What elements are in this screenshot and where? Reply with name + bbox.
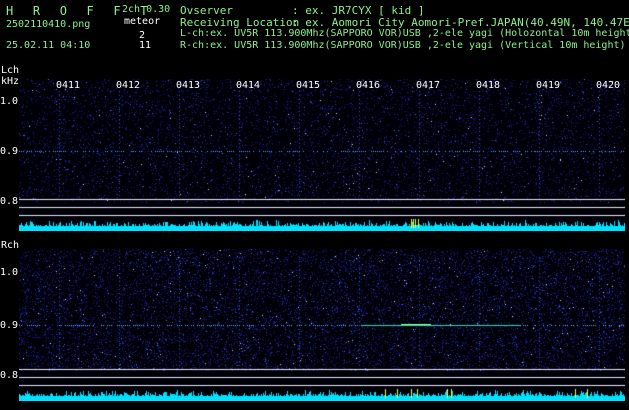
location-value: : ex. Aomori City Aomori-Pref.JAPAN(40.4…: [292, 16, 629, 29]
rch-ytick-2: 0.9: [0, 320, 19, 331]
time-tick-0411: 0411: [56, 80, 81, 91]
lch-description: L-ch:ex. UV5R 113.900Mhz(SAPPORO VOR)USB…: [180, 28, 629, 39]
time-tick-0419: 0419: [536, 80, 561, 91]
lch-ytick-2: 0.9: [0, 146, 19, 157]
lch-ytick-3: 0.8: [0, 196, 19, 207]
file-name: 2502110410.png: [6, 19, 91, 30]
mode-label: meteor: [124, 16, 161, 27]
lch-ytick-1: 1.0: [0, 96, 19, 107]
rch-description: R-ch:ex. UV5R 113.900Mhz(SAPPORO VOR)USB…: [180, 40, 626, 51]
app-version: 2ch 0.30: [122, 4, 171, 15]
lch-spectrogram: [19, 79, 625, 231]
timestamp: 25.02.11 04:10: [6, 40, 91, 51]
rch-label: Rch: [1, 240, 20, 251]
location-label: Receiving Location: [180, 16, 300, 29]
time-tick-0412: 0412: [116, 80, 141, 91]
time-tick-0417: 0417: [416, 80, 441, 91]
rch-ytick-1: 1.0: [0, 267, 19, 278]
lch-unit: kHz: [1, 76, 20, 87]
rch-spectrogram: [19, 249, 625, 401]
observer-value: : ex. JR7CYX [ kid ]: [292, 4, 425, 17]
lch-label: Lch: [1, 65, 20, 76]
time-tick-0420: 0420: [596, 80, 621, 91]
rch-count: 11: [139, 40, 152, 51]
time-tick-0416: 0416: [356, 80, 381, 91]
observer-label: Ovserver: [180, 4, 233, 17]
time-tick-0414: 0414: [236, 80, 261, 91]
rch-ytick-3: 0.8: [0, 370, 19, 381]
time-tick-0413: 0413: [176, 80, 201, 91]
time-tick-0418: 0418: [476, 80, 501, 91]
time-tick-0415: 0415: [296, 80, 321, 91]
